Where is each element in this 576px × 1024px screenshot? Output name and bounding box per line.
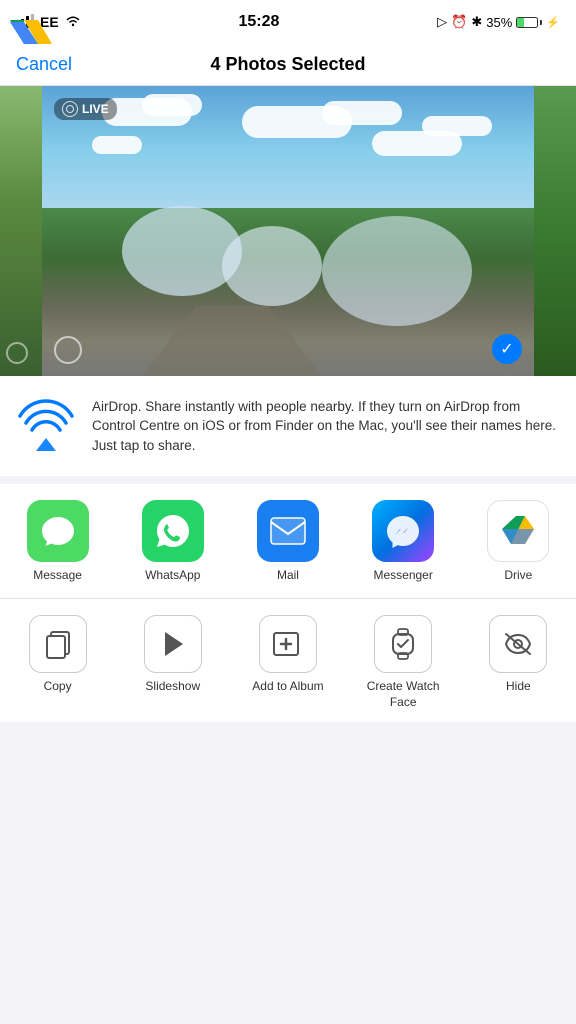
create-watch-face-icon-box[interactable] xyxy=(374,615,432,673)
copy-label: Copy xyxy=(44,679,72,695)
messenger-app-icon[interactable] xyxy=(372,500,434,562)
action-item-slideshow[interactable]: Slideshow xyxy=(123,615,223,695)
photo-strip: LIVE ✓ xyxy=(0,86,576,376)
photo-ground xyxy=(42,208,534,376)
hide-icon-box[interactable] xyxy=(489,615,547,673)
action-item-add-to-album[interactable]: Add to Album xyxy=(238,615,338,695)
slideshow-label: Slideshow xyxy=(145,679,200,695)
mail-app-label: Mail xyxy=(277,568,299,582)
page-title: 4 Photos Selected xyxy=(210,54,365,75)
status-right: ▷ ⏰ ✱ 35% ⚡ xyxy=(437,14,560,30)
app-item-drive[interactable]: Drive xyxy=(468,500,568,582)
slideshow-icon-box[interactable] xyxy=(144,615,202,673)
create-watch-face-label: Create Watch Face xyxy=(353,679,453,710)
app-item-whatsapp[interactable]: WhatsApp xyxy=(123,500,223,582)
action-item-copy[interactable]: Copy xyxy=(8,615,108,695)
copy-icon-box[interactable] xyxy=(29,615,87,673)
status-time: 15:28 xyxy=(238,13,279,31)
photo-side-left[interactable] xyxy=(0,86,42,376)
add-to-album-label: Add to Album xyxy=(252,679,323,695)
charging-icon: ⚡ xyxy=(546,16,560,29)
nav-bar: Cancel 4 Photos Selected xyxy=(0,44,576,86)
messenger-app-label: Messenger xyxy=(373,568,432,582)
status-bar: EE 15:28 ▷ ⏰ ✱ 35% ⚡ xyxy=(0,0,576,44)
app-item-messenger[interactable]: Messenger xyxy=(353,500,453,582)
battery-icon xyxy=(516,17,542,28)
bluetooth-icon: ✱ xyxy=(471,14,482,30)
wifi-icon xyxy=(65,14,81,30)
photo-main[interactable]: LIVE ✓ xyxy=(42,86,534,376)
alarm-icon: ⏰ xyxy=(451,14,467,30)
whatsapp-app-label: WhatsApp xyxy=(145,568,200,582)
selected-check: ✓ xyxy=(492,334,522,364)
airdrop-description: AirDrop. Share instantly with people nea… xyxy=(92,397,560,456)
message-app-icon[interactable] xyxy=(27,500,89,562)
mail-app-icon[interactable] xyxy=(257,500,319,562)
live-label: LIVE xyxy=(82,102,109,116)
hide-label: Hide xyxy=(506,679,531,695)
drive-app-label: Drive xyxy=(504,568,532,582)
divider-1 xyxy=(0,476,576,484)
battery-percent: 35% xyxy=(486,15,512,30)
app-item-mail[interactable]: Mail xyxy=(238,500,338,582)
whatsapp-app-icon[interactable] xyxy=(142,500,204,562)
add-to-album-icon-box[interactable] xyxy=(259,615,317,673)
message-app-label: Message xyxy=(33,568,82,582)
action-item-hide[interactable]: Hide xyxy=(468,615,568,695)
action-item-create-watch-face[interactable]: Create Watch Face xyxy=(353,615,453,710)
app-item-message[interactable]: Message xyxy=(8,500,108,582)
airdrop-section: AirDrop. Share instantly with people nea… xyxy=(0,376,576,476)
location-icon: ▷ xyxy=(437,14,447,30)
live-dot-icon xyxy=(62,101,78,117)
drive-app-icon[interactable] xyxy=(487,500,549,562)
select-circle-left xyxy=(54,336,82,364)
action-row: Copy Slideshow Add to Album xyxy=(0,599,576,722)
cancel-button[interactable]: Cancel xyxy=(16,54,72,75)
app-share-row: Message WhatsApp Mail xyxy=(0,484,576,598)
live-badge: LIVE xyxy=(54,98,117,120)
photo-side-right[interactable] xyxy=(534,86,576,376)
airdrop-icon xyxy=(16,396,76,456)
